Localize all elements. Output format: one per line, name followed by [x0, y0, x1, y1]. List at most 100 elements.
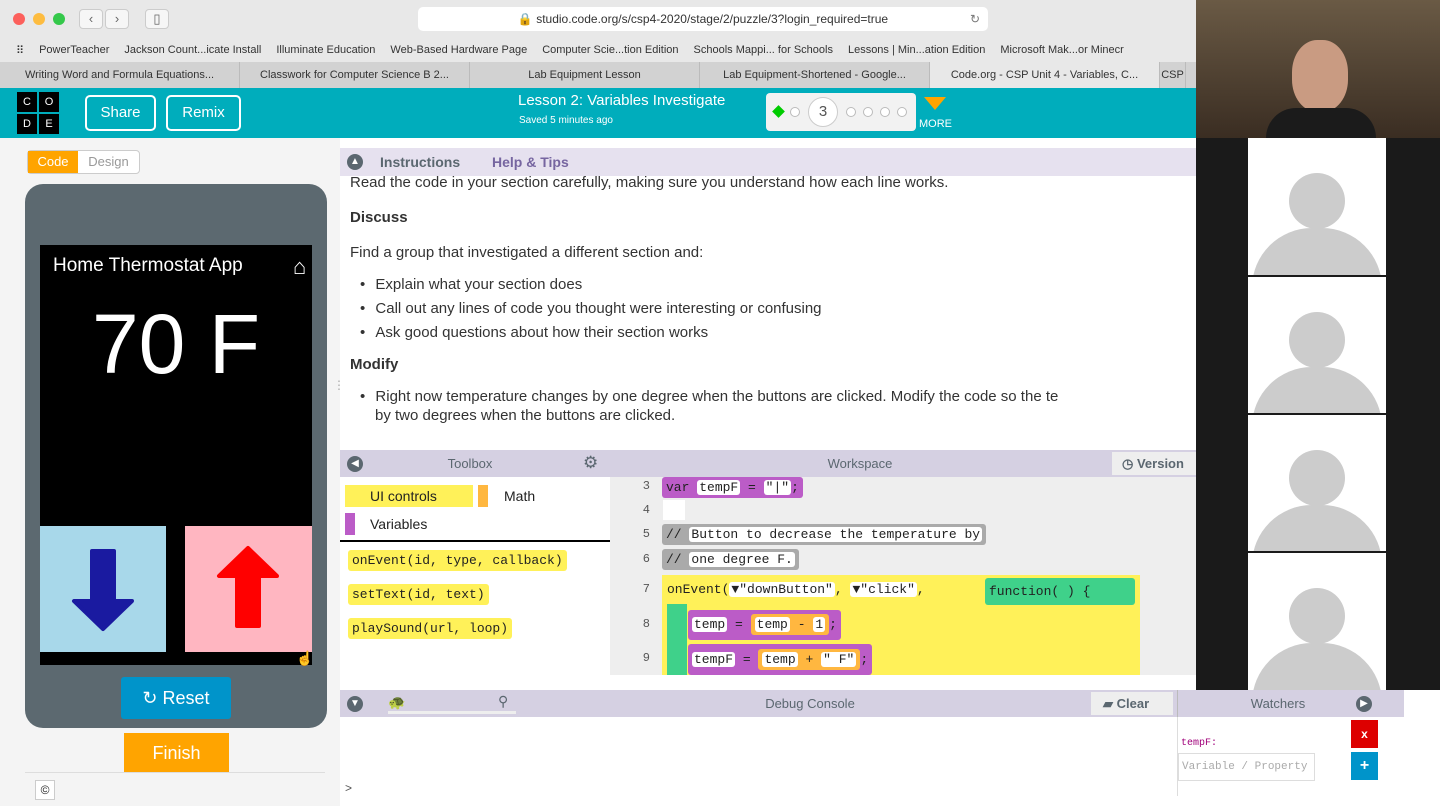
list-item: Call out any lines of code you thought w…	[375, 300, 822, 317]
participant-body	[1266, 108, 1376, 138]
remix-button[interactable]: Remix	[166, 95, 241, 131]
var-name[interactable]: tempF	[692, 652, 736, 667]
browser-tab[interactable]: Lab Equipment-Shortened - Google...	[700, 62, 930, 88]
bookmark[interactable]: Microsoft Mak...or Minecr	[1000, 44, 1123, 56]
code-design-toggle: Code Design	[27, 150, 140, 174]
tab-instructions[interactable]: Instructions	[380, 154, 460, 170]
comment-text[interactable]: Button to decrease the temperature by	[689, 527, 983, 542]
watcher-input[interactable]: Variable / Property	[1178, 753, 1315, 781]
gear-icon[interactable]: ⚙	[583, 453, 598, 473]
operator: =	[748, 480, 756, 495]
participant-avatar	[1248, 415, 1386, 551]
list-item: Right now temperature changes by one deg…	[375, 388, 1059, 405]
apps-grid-icon[interactable]: ⠿	[16, 44, 24, 57]
sidebar-icon[interactable]: ▯	[145, 9, 169, 29]
participant-avatar	[1248, 277, 1386, 413]
level-dot[interactable]	[790, 107, 800, 117]
up-button[interactable]	[185, 526, 312, 652]
level-dot[interactable]	[846, 107, 856, 117]
bookmark[interactable]: Web-Based Hardware Page	[390, 44, 527, 56]
minimize-window-button[interactable]	[33, 13, 45, 25]
reload-icon[interactable]: ↻	[970, 7, 980, 31]
operator: =	[735, 617, 743, 632]
copyright-button[interactable]: ©	[35, 780, 55, 800]
category-math[interactable]: Math	[478, 485, 598, 507]
divider	[25, 772, 325, 773]
forward-icon[interactable]: ›	[105, 9, 129, 29]
resize-handle[interactable]: ⋮	[333, 378, 345, 392]
debug-header: ▼ 🐢 ⚲ Debug Console ▰ Clear Watchers ▶	[340, 690, 1404, 717]
home-icon[interactable]: ⌂	[293, 254, 306, 280]
code-tab[interactable]: Code	[28, 151, 78, 173]
browser-tab-active[interactable]: Code.org - CSP Unit 4 - Variables, C...	[930, 62, 1160, 88]
level-complete-icon[interactable]	[772, 105, 785, 118]
block-settext[interactable]: setText(id, text)	[348, 584, 489, 605]
bookmark[interactable]: Computer Scie...tion Edition	[542, 44, 678, 56]
event-type-dropdown[interactable]: "click"	[860, 582, 915, 597]
comment-text[interactable]: one degree F.	[689, 552, 795, 567]
var-ref[interactable]: temp	[762, 652, 798, 667]
collapse-icon[interactable]: ▲	[347, 154, 363, 170]
version-history-button[interactable]: ◷ Version	[1112, 452, 1196, 475]
toolbox: UI controls Math Variables onEvent(id, t…	[340, 477, 610, 675]
bookmark[interactable]: Schools Mappi... for Schools	[694, 44, 833, 56]
category-ui-controls[interactable]: UI controls	[345, 485, 473, 507]
close-window-button[interactable]	[13, 13, 25, 25]
block-var-tempf[interactable]: var tempF = "|";	[662, 477, 803, 498]
watcher-variable: tempF:	[1181, 738, 1218, 749]
line-number: 3	[642, 479, 650, 493]
browser-tab[interactable]: CSP	[1160, 62, 1186, 88]
list-item: Ask good questions about how their secti…	[375, 324, 709, 341]
down-button[interactable]	[40, 526, 166, 652]
instructions-header: ▲ Instructions Help & Tips	[340, 148, 1196, 176]
semicolon: ;	[860, 652, 869, 667]
bookmark[interactable]: Lessons | Min...ation Edition	[848, 44, 985, 56]
var-value-input[interactable]: "|"	[763, 480, 792, 495]
level-dot[interactable]	[863, 107, 873, 117]
browser-tab[interactable]: Lab Equipment Lesson	[470, 62, 700, 88]
eraser-icon: ▰	[1103, 696, 1113, 711]
line-number: 7	[642, 582, 650, 596]
event-id-dropdown[interactable]: "downButton"	[739, 582, 833, 597]
share-button[interactable]: Share	[85, 95, 156, 131]
bookmark[interactable]: Illuminate Education	[276, 44, 375, 56]
bookmark[interactable]: Jackson Count...icate Install	[124, 44, 261, 56]
category-variables[interactable]: Variables	[345, 513, 473, 535]
level-dot[interactable]	[880, 107, 890, 117]
more-arrow-icon[interactable]	[924, 97, 946, 110]
address-bar[interactable]: 🔒 studio.code.org/s/csp4-2020/stage/2/pu…	[418, 7, 988, 31]
var-ref[interactable]: temp	[754, 617, 790, 632]
number-input[interactable]: 1	[813, 617, 826, 632]
level-progress: 3	[766, 93, 916, 131]
workspace-title: Workspace	[827, 456, 893, 471]
lesson-title[interactable]: Lesson 2: Variables Investigate	[518, 92, 725, 109]
var-name[interactable]: tempF	[697, 480, 741, 495]
var-name[interactable]: temp	[692, 617, 728, 632]
maximize-window-button[interactable]	[53, 13, 65, 25]
block-playsound[interactable]: playSound(url, loop)	[348, 618, 513, 639]
empty-block[interactable]	[663, 500, 685, 520]
remove-watcher-button[interactable]: x	[1351, 720, 1378, 748]
design-tab[interactable]: Design	[78, 151, 139, 173]
code-org-logo[interactable]: CODE	[17, 92, 59, 134]
clear-button[interactable]: ▰ Clear	[1091, 692, 1173, 715]
add-watcher-button[interactable]: +	[1351, 752, 1378, 780]
browser-tab[interactable]: Classwork for Computer Science B 2...	[240, 62, 470, 88]
string-input[interactable]: " F"	[821, 652, 857, 667]
console-input[interactable]: >	[345, 781, 352, 795]
speed-slider[interactable]	[388, 711, 516, 714]
level-dot[interactable]	[897, 107, 907, 117]
finish-button[interactable]: Finish	[124, 733, 229, 773]
function-body-bar	[667, 604, 687, 675]
more-button[interactable]: MORE	[919, 118, 952, 130]
current-level[interactable]: 3	[808, 97, 838, 127]
function-block[interactable]: function( ) {	[985, 578, 1135, 605]
reset-button[interactable]: ↻ Reset	[121, 677, 231, 719]
tab-help-tips[interactable]: Help & Tips	[492, 154, 569, 170]
back-icon[interactable]: ‹	[79, 9, 103, 29]
block-onevent[interactable]: onEvent(id, type, callback)	[348, 550, 567, 571]
browser-tab[interactable]: Writing Word and Formula Equations...	[0, 62, 240, 88]
line-number: 4	[642, 503, 650, 517]
collapse-watchers-icon[interactable]: ▶	[1356, 696, 1372, 712]
bookmark[interactable]: PowerTeacher	[39, 44, 109, 56]
